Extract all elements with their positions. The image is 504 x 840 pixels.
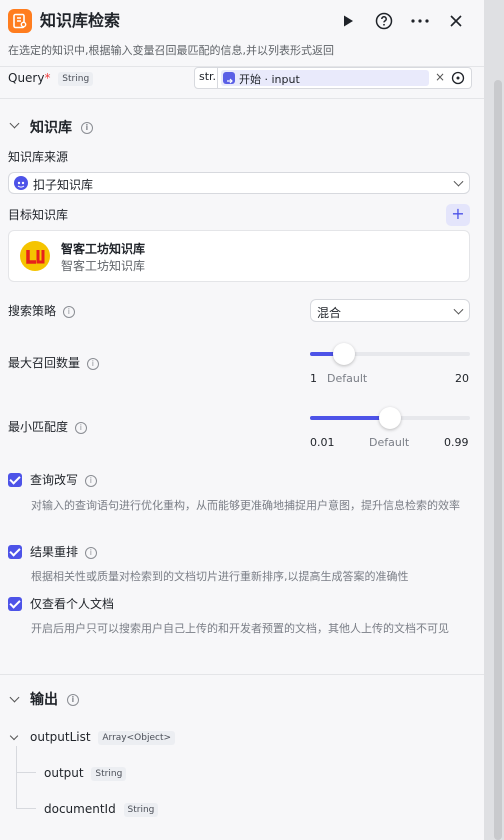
rerank-desc: 根据相关性或质量对检索到的文档切片进行重新排序,以提高生成答案的准确性 bbox=[31, 570, 409, 583]
info-icon[interactable]: i bbox=[84, 546, 97, 559]
type-tag: String bbox=[91, 766, 127, 781]
more-icon[interactable] bbox=[410, 11, 430, 31]
min-match-label: 最小匹配度 i bbox=[8, 419, 87, 435]
slider-thumb[interactable] bbox=[379, 407, 401, 429]
rerank-checkbox[interactable] bbox=[8, 545, 22, 559]
slider-min: 0.01 bbox=[310, 436, 335, 449]
type-prefix: str. bbox=[199, 70, 217, 83]
scrollbar[interactable] bbox=[494, 80, 502, 840]
target-icon[interactable] bbox=[451, 71, 465, 85]
output-field: documentId String bbox=[44, 802, 159, 817]
knowledge-node-logo bbox=[8, 9, 32, 33]
book-icon bbox=[13, 13, 27, 29]
required-mark: * bbox=[44, 71, 51, 85]
divider bbox=[0, 674, 484, 675]
tree-line bbox=[16, 746, 17, 808]
personal-docs-label: 仅查看个人文档 bbox=[30, 597, 115, 611]
source-label: 知识库来源 bbox=[8, 150, 69, 164]
slider-fill bbox=[310, 416, 390, 420]
slider-min: 1 bbox=[310, 372, 317, 385]
info-icon[interactable]: i bbox=[86, 357, 99, 370]
output-field: output String bbox=[44, 766, 127, 781]
info-icon[interactable]: i bbox=[74, 421, 87, 434]
clear-icon[interactable]: × bbox=[435, 70, 445, 84]
info-icon[interactable]: i bbox=[84, 474, 97, 487]
strategy-value: 混合 bbox=[317, 306, 342, 320]
max-recall-label: 最大召回数量 i bbox=[8, 355, 99, 371]
query-rewrite-label: 查询改写 i bbox=[30, 472, 97, 488]
node-config-panel: 知识库检索 在选定的知识中,根据输入变量召回最匹配的信息,并以列表形式返回 Qu… bbox=[0, 0, 484, 840]
personal-docs-checkbox[interactable] bbox=[8, 597, 22, 611]
collapse-knowledge-icon[interactable] bbox=[9, 118, 20, 129]
divider bbox=[0, 98, 484, 99]
source-select[interactable]: 扣子知识库 bbox=[8, 172, 470, 194]
tree-line bbox=[16, 772, 36, 773]
query-param-label: Query* String bbox=[8, 70, 94, 86]
knowledge-logo-icon bbox=[20, 241, 50, 271]
query-ref-field[interactable]: str. 开始 · input × bbox=[194, 67, 472, 89]
source-value: 扣子知识库 bbox=[33, 178, 94, 192]
type-tag: String bbox=[123, 802, 159, 817]
close-icon[interactable] bbox=[446, 11, 466, 31]
query-name: Query bbox=[8, 71, 45, 85]
target-label: 目标知识库 bbox=[8, 208, 69, 222]
variable-chip[interactable]: 开始 · input bbox=[221, 70, 429, 86]
add-knowledge-button[interactable]: + bbox=[446, 204, 470, 226]
variable-ref-text: 开始 · input bbox=[239, 73, 300, 86]
slider-default: Default bbox=[327, 372, 368, 385]
knowledge-name: 智客工坊知识库 bbox=[61, 242, 146, 256]
start-node-icon bbox=[223, 72, 235, 84]
expand-outputlist-icon[interactable] bbox=[9, 731, 19, 741]
slider-default: Default bbox=[369, 436, 410, 449]
slider-thumb[interactable] bbox=[332, 343, 355, 365]
info-icon[interactable]: i bbox=[62, 305, 75, 318]
help-icon[interactable] bbox=[374, 11, 394, 31]
strategy-select[interactable]: 混合 bbox=[310, 299, 470, 322]
run-icon[interactable] bbox=[338, 11, 358, 31]
knowledge-desc: 智客工坊知识库 bbox=[61, 259, 146, 273]
slider-max: 20 bbox=[455, 372, 469, 385]
knowledge-card[interactable]: 智客工坊知识库 智客工坊知识库 bbox=[8, 230, 470, 282]
strategy-label: 搜索策略 i bbox=[8, 303, 75, 319]
info-icon[interactable]: i bbox=[66, 694, 79, 706]
output-field-name: output bbox=[44, 766, 84, 780]
node-title: 知识库检索 bbox=[40, 11, 121, 30]
query-rewrite-checkbox[interactable] bbox=[8, 473, 22, 487]
knowledge-section-title: 知识库 i bbox=[30, 118, 93, 138]
type-tag: Array<Object> bbox=[98, 730, 176, 745]
output-root: outputList Array<Object> bbox=[30, 730, 176, 745]
separator bbox=[217, 67, 218, 89]
output-section-title: 输出 i bbox=[30, 690, 79, 710]
tree-line bbox=[16, 808, 36, 809]
query-rewrite-desc: 对输入的查询语句进行优化重构，从而能够更准确地捕捉用户意图，提升信息检索的效率 bbox=[31, 499, 460, 512]
output-field-name: documentId bbox=[44, 802, 116, 816]
chevron-down-icon bbox=[453, 304, 464, 315]
min-match-slider[interactable] bbox=[310, 407, 470, 429]
node-description: 在选定的知识中,根据输入变量召回最匹配的信息,并以列表形式返回 bbox=[8, 44, 334, 57]
coze-icon bbox=[14, 176, 28, 190]
info-icon[interactable]: i bbox=[80, 122, 93, 134]
slider-max: 0.99 bbox=[444, 436, 469, 449]
chevron-down-icon bbox=[453, 176, 464, 187]
max-recall-slider[interactable] bbox=[310, 343, 470, 365]
rerank-label: 结果重排 i bbox=[30, 544, 97, 560]
personal-docs-desc: 开启后用户只可以搜索用户自己上传的和开发者预置的文档，其他人上传的文档不可见 bbox=[31, 622, 449, 635]
collapse-output-icon[interactable] bbox=[9, 692, 20, 703]
type-tag: String bbox=[58, 71, 94, 86]
output-root-name: outputList bbox=[30, 730, 91, 744]
